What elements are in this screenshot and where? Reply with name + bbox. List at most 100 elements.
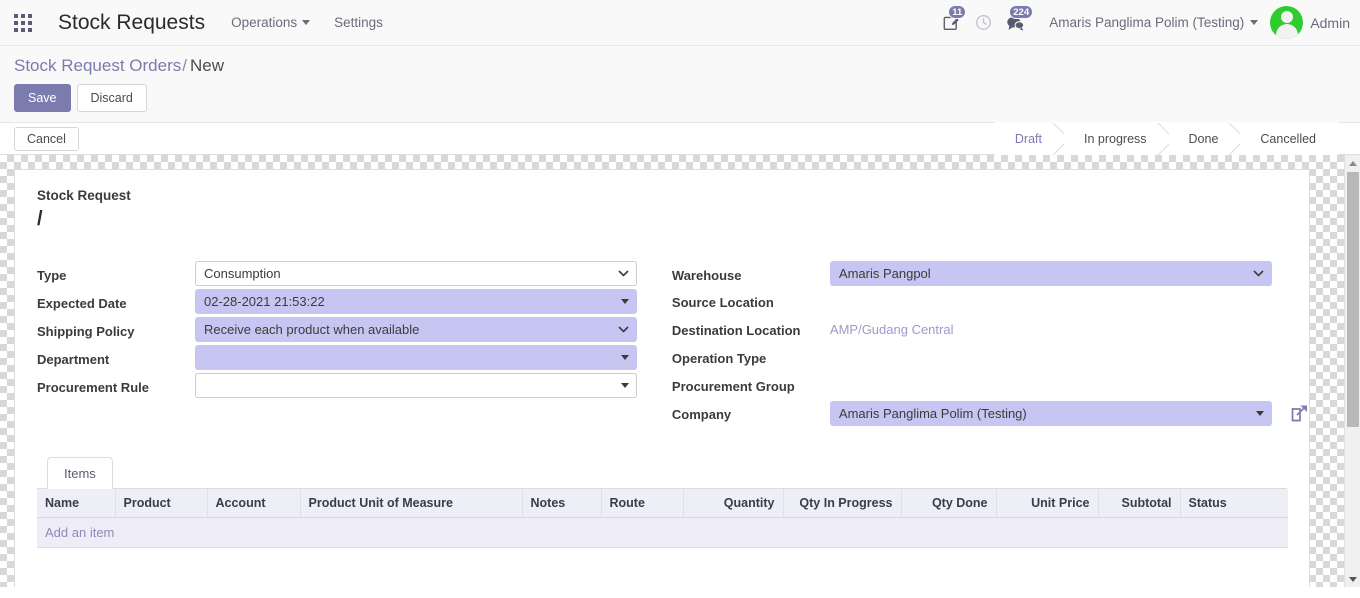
field-row-destination-location: Destination Location AMP/Gudang Central [672, 317, 1287, 345]
expected-date-input[interactable]: 02-28-2021 21:53:22 [195, 289, 637, 314]
user-menu[interactable]: Admin [1270, 6, 1350, 39]
company-external-link-button[interactable] [1290, 403, 1310, 426]
col-quantity[interactable]: Quantity [683, 489, 784, 518]
items-table: Name Product Account Product Unit of Mea… [37, 489, 1288, 587]
field-row-operation-type: Operation Type [672, 345, 1287, 373]
menu-item-operations[interactable]: Operations [231, 15, 311, 30]
user-company-menu[interactable]: Amaris Panglima Polim (Testing) [1049, 15, 1259, 30]
apps-menu-button[interactable] [0, 0, 46, 46]
col-notes[interactable]: Notes [522, 489, 602, 518]
scroll-down-button[interactable] [1345, 571, 1360, 587]
navbar-right-group: 11 224 Amaris Panglima Polim (Testing) A… [935, 3, 1350, 43]
add-item-row[interactable]: Add an item [37, 517, 1288, 548]
stage-done-label: Done [1188, 131, 1219, 146]
type-select[interactable]: Consumption [195, 261, 637, 286]
shipping-policy-select[interactable]: Receive each product when available [195, 317, 637, 342]
add-an-item-link[interactable]: Add an item [45, 525, 114, 540]
stage-cancelled[interactable]: Cancelled [1240, 122, 1338, 155]
form-column-right: Warehouse Amaris Pangpol Source Location [662, 261, 1307, 429]
label-type: Type [37, 268, 67, 283]
col-qty-done[interactable]: Qty Done [901, 489, 997, 518]
col-route[interactable]: Route [601, 489, 684, 518]
stage-draft[interactable]: Draft [994, 122, 1064, 155]
col-name[interactable]: Name [37, 489, 116, 518]
label-shipping-policy: Shipping Policy [37, 324, 135, 339]
tab-items[interactable]: Items [47, 457, 113, 489]
field-row-type: Type Consumption [37, 261, 662, 289]
chevron-down-icon [1250, 20, 1259, 25]
stage-done[interactable]: Done [1168, 122, 1241, 155]
breadcrumb-bar: Stock Request Orders/New [0, 46, 1360, 76]
field-row-source-location: Source Location [672, 289, 1287, 317]
scroll-down-arrow-icon [1348, 576, 1357, 582]
notebook: Items Name Product Account Product Unit … [37, 457, 1288, 587]
breadcrumb-current: New [189, 56, 224, 75]
page-body: Stock Request / Type Consumption Expecte… [0, 155, 1360, 587]
vertical-scrollbar[interactable] [1344, 155, 1360, 587]
field-row-procurement-group: Procurement Group [672, 373, 1287, 401]
messages-button[interactable]: 224 [999, 3, 1034, 43]
label-department: Department [37, 352, 110, 367]
procurement-rule-input[interactable] [195, 373, 637, 398]
field-row-procurement-rule: Procurement Rule [37, 373, 662, 401]
col-account[interactable]: Account [207, 489, 301, 518]
activity-edit-button[interactable]: 11 [935, 3, 967, 43]
main-menu: Operations Settings [231, 15, 383, 30]
clock-icon [975, 15, 991, 30]
stage-draft-label: Draft [1014, 131, 1042, 146]
discard-button[interactable]: Discard [76, 84, 147, 112]
messages-badge: 224 [1009, 4, 1034, 19]
destination-location-value: AMP/Gudang Central [829, 322, 954, 337]
breadcrumb-parent-link[interactable]: Stock Request Orders [14, 56, 181, 75]
menu-item-settings[interactable]: Settings [334, 15, 383, 30]
avatar [1270, 6, 1304, 39]
field-row-expected-date: Expected Date 02-28-2021 21:53:22 [37, 289, 662, 317]
field-row-shipping-policy: Shipping Policy Receive each product whe… [37, 317, 662, 345]
form-columns: Type Consumption Expected Date 02-28-202… [37, 261, 1307, 429]
menu-item-settings-label: Settings [334, 15, 383, 30]
control-panel: Cancel Draft In progress Done Cancelled [0, 122, 1360, 155]
department-input[interactable] [195, 345, 637, 370]
status-bar: Draft In progress Done Cancelled [994, 122, 1360, 155]
label-warehouse: Warehouse [671, 268, 742, 283]
warehouse-select[interactable]: Amaris Pangpol [829, 261, 1272, 286]
scroll-up-button[interactable] [1345, 155, 1360, 171]
user-display-name: Admin [1310, 14, 1350, 31]
save-button[interactable]: Save [14, 84, 71, 112]
sheet-title: Stock Request [37, 188, 131, 203]
col-product[interactable]: Product [115, 489, 208, 518]
label-operation-type: Operation Type [671, 351, 767, 366]
record-reference: / [37, 208, 43, 230]
breadcrumb-separator: / [182, 56, 187, 75]
col-status[interactable]: Status [1180, 489, 1288, 518]
col-product-uom[interactable]: Product Unit of Measure [300, 489, 523, 518]
cancel-button[interactable]: Cancel [14, 126, 79, 151]
stage-cancelled-label: Cancelled [1260, 131, 1316, 146]
scrollbar-track[interactable] [1345, 427, 1360, 571]
field-row-warehouse: Warehouse Amaris Pangpol [672, 261, 1287, 289]
label-company: Company [671, 407, 732, 422]
operation-type-value [830, 345, 1287, 370]
col-unit-price[interactable]: Unit Price [996, 489, 1099, 518]
company-input[interactable]: Amaris Panglima Polim (Testing) [829, 401, 1272, 426]
col-subtotal[interactable]: Subtotal [1098, 489, 1181, 518]
app-brand-title[interactable]: Stock Requests [58, 11, 205, 35]
field-row-department: Department [37, 345, 662, 373]
col-qty-in-progress[interactable]: Qty In Progress [783, 489, 902, 518]
label-source-location: Source Location [671, 295, 774, 310]
notebook-tabs: Items [37, 457, 1287, 489]
label-procurement-group: Procurement Group [671, 379, 795, 394]
label-destination-location: Destination Location [671, 323, 801, 338]
scroll-up-arrow-icon [1348, 160, 1357, 166]
scrollbar-thumb[interactable] [1346, 172, 1359, 427]
label-procurement-rule: Procurement Rule [37, 380, 149, 395]
clock-button[interactable] [967, 3, 999, 43]
source-location-value [830, 289, 1287, 314]
items-table-header-row: Name Product Account Product Unit of Mea… [37, 489, 1288, 518]
stage-in-progress[interactable]: In progress [1063, 122, 1169, 155]
chevron-down-icon [302, 20, 311, 25]
form-sheet: Stock Request / Type Consumption Expecte… [14, 169, 1310, 587]
stage-in-progress-label: In progress [1083, 131, 1147, 146]
user-company-label: Amaris Panglima Polim (Testing) [1049, 15, 1245, 30]
activity-badge: 11 [948, 4, 967, 19]
